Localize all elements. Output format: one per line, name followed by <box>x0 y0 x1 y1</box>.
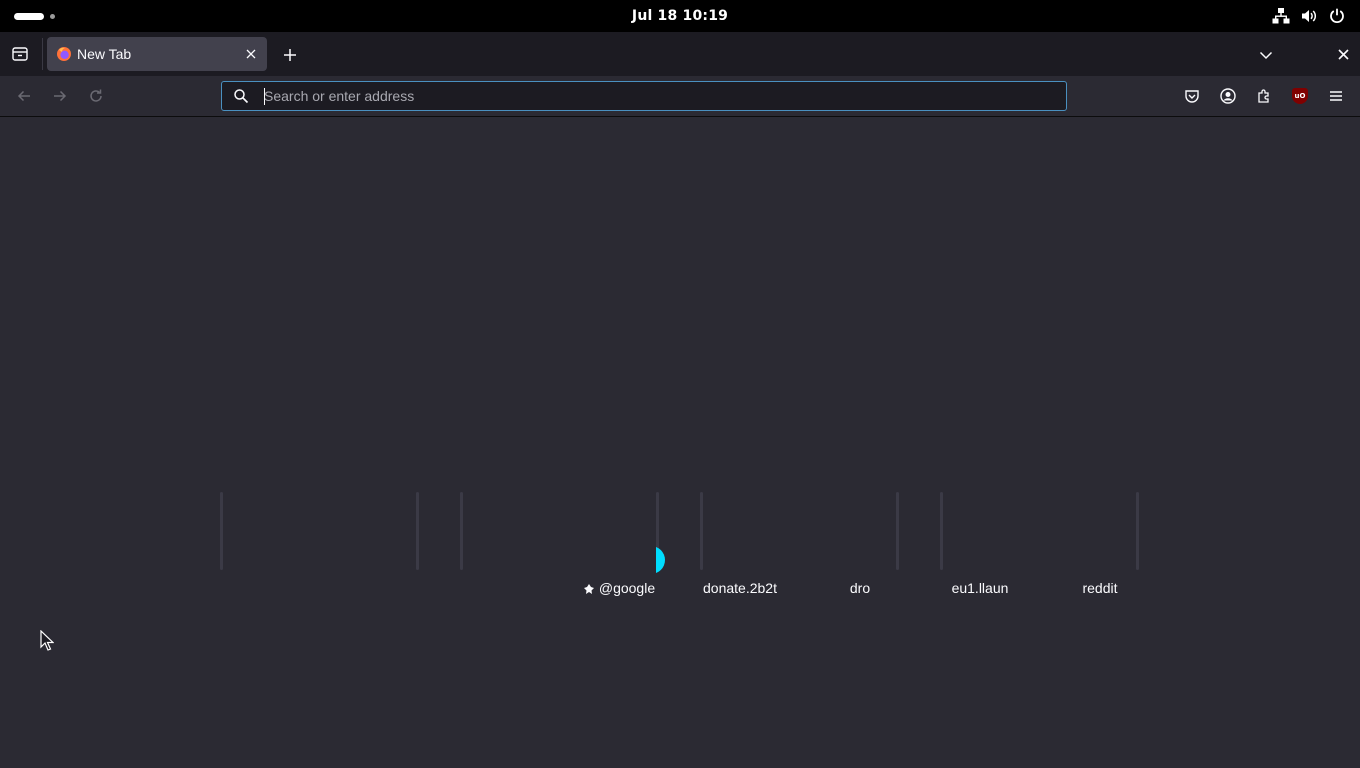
shortcut-tile-edge <box>700 492 703 570</box>
forward-button[interactable] <box>48 84 72 108</box>
shortcut-tile-edge <box>1136 492 1139 570</box>
close-icon <box>246 49 256 59</box>
volume-icon <box>1302 10 1317 22</box>
ublock-origin-button[interactable]: uO <box>1288 84 1312 108</box>
spinner-mask <box>647 546 656 574</box>
workspace-dot <box>50 14 55 19</box>
shortcut-tile-edge <box>220 492 223 570</box>
extensions-button[interactable] <box>1252 84 1276 108</box>
account-icon <box>1220 88 1236 104</box>
top-site-dro[interactable]: dro <box>805 580 915 596</box>
hamburger-menu-icon <box>1330 91 1342 101</box>
plus-icon <box>284 49 296 61</box>
account-button[interactable] <box>1216 84 1240 108</box>
ublock-origin-icon: uO <box>1292 88 1308 104</box>
power-icon <box>1330 8 1344 23</box>
forward-arrow-icon <box>54 90 67 102</box>
top-site-reddit[interactable]: reddit <box>1045 580 1155 596</box>
tab-title: New Tab <box>77 46 132 62</box>
top-site-eu1-llaun[interactable]: eu1.llaun <box>925 580 1035 596</box>
top-site-donate-2b2t[interactable]: donate.2b2t <box>685 580 795 596</box>
firefox-logo-icon <box>57 47 71 61</box>
close-tab-button[interactable] <box>243 46 259 62</box>
tab-separator <box>42 38 43 70</box>
system-tray[interactable] <box>1272 6 1346 26</box>
back-arrow-icon <box>17 90 30 102</box>
search-input[interactable] <box>264 82 1044 110</box>
top-site-google[interactable]: @google <box>572 580 682 596</box>
text-caret <box>264 88 265 105</box>
tab-strip: New Tab <box>0 32 1360 76</box>
active-workspace-pill <box>14 13 44 20</box>
network-wired-icon <box>1272 8 1290 24</box>
search-icon <box>234 89 249 104</box>
shortcut-tile-edge <box>940 492 943 570</box>
reload-icon <box>90 89 102 102</box>
back-button[interactable] <box>12 84 36 108</box>
navigation-toolbar: uO <box>0 76 1360 117</box>
tab-new-tab[interactable]: New Tab <box>47 37 267 71</box>
chevron-down-icon <box>1259 51 1273 60</box>
app-menu-button[interactable] <box>1324 84 1348 108</box>
shortcut-tile-edge <box>460 492 463 570</box>
pocket-icon <box>1185 90 1199 103</box>
system-top-bar: Jul 18 10:19 <box>0 0 1360 32</box>
address-bar[interactable] <box>221 81 1067 111</box>
clock[interactable]: Jul 18 10:19 <box>600 0 760 32</box>
new-tab-page: @google donate.2b2t dro eu1.llaun reddit <box>0 117 1360 768</box>
window-close-button[interactable] <box>1332 43 1354 65</box>
firefox-view-button[interactable] <box>6 40 34 68</box>
puzzle-piece-icon <box>1258 89 1269 103</box>
close-icon <box>1337 48 1349 60</box>
pocket-button[interactable] <box>1180 84 1204 108</box>
list-all-tabs-button[interactable] <box>1254 43 1278 67</box>
reload-button[interactable] <box>84 84 108 108</box>
activities-indicator[interactable] <box>14 11 62 21</box>
new-tab-button[interactable] <box>278 43 302 67</box>
shortcut-tile-edge <box>416 492 419 570</box>
mouse-pointer-icon <box>40 630 54 651</box>
shortcut-tile-edge <box>896 492 899 570</box>
firefox-view-icon <box>12 47 28 61</box>
